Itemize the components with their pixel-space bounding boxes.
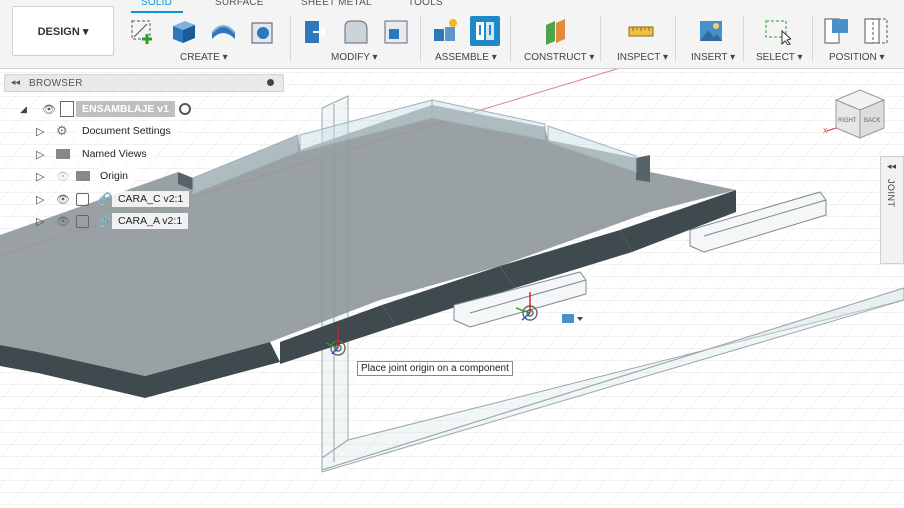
- joint-panel-label: JOINT: [886, 179, 896, 208]
- document-settings-label: Document Settings: [76, 123, 177, 139]
- activate-radio-icon[interactable]: [178, 103, 191, 115]
- cara-a-label: CARA_A v2:1: [111, 213, 189, 229]
- browser-item-cara-c[interactable]: ▷ 👁 🔗 CARA_C v2:1: [36, 189, 190, 209]
- construct-menu[interactable]: CONSTRUCT ▾: [524, 52, 594, 63]
- named-views-label: Named Views: [76, 146, 153, 162]
- expand-triangle-icon[interactable]: ▷: [36, 170, 48, 183]
- separator: [812, 16, 813, 62]
- gear-icon: ⚙: [56, 123, 68, 138]
- separator: [675, 16, 676, 62]
- viewcube-back-label: BACK: [864, 118, 880, 124]
- separator: [510, 16, 511, 62]
- select-menu[interactable]: SELECT ▾: [756, 52, 803, 63]
- workspace-switcher-button[interactable]: DESIGN ▾: [12, 6, 114, 56]
- collapse-browser-icon[interactable]: ◂◂: [11, 77, 20, 88]
- capture-position-icon[interactable]: [822, 16, 852, 46]
- eye-icon[interactable]: 👁: [42, 103, 58, 116]
- cara-c-label: CARA_C v2:1: [111, 191, 190, 207]
- link-icon: 🔗: [97, 192, 112, 206]
- create-menu[interactable]: CREATE ▾: [180, 52, 228, 63]
- expand-triangle-icon[interactable]: ▷: [36, 148, 48, 161]
- expand-triangle-icon[interactable]: ▷: [36, 215, 48, 228]
- component-icon: [76, 214, 89, 228]
- tab-solid[interactable]: SOLID: [141, 0, 172, 8]
- expand-panel-icon[interactable]: ◂◂: [887, 161, 896, 172]
- window-select-icon[interactable]: [762, 16, 792, 46]
- assemble-menu[interactable]: ASSEMBLE ▾: [435, 52, 497, 63]
- toolbar: DESIGN ▾ SOLID SURFACE SHEET METAL TOOLS…: [0, 0, 904, 69]
- joint-icon[interactable]: [470, 16, 500, 46]
- root-component-label: ENSAMBLAJE v1: [76, 101, 175, 117]
- eye-icon[interactable]: 👁: [56, 193, 72, 206]
- chamfer-icon[interactable]: [380, 16, 410, 46]
- eye-icon[interactable]: 👁: [56, 215, 72, 228]
- separator: [743, 16, 744, 62]
- revert-position-icon[interactable]: [862, 16, 892, 46]
- insert-image-icon[interactable]: [696, 16, 726, 46]
- offset-plane-icon[interactable]: [540, 16, 570, 46]
- browser-item-named-views[interactable]: ▷ Named Views: [36, 144, 153, 164]
- inspect-menu[interactable]: INSPECT ▾: [617, 52, 668, 63]
- browser-pin-icon[interactable]: [267, 79, 274, 86]
- joint-panel-tab[interactable]: ◂◂ JOINT: [880, 156, 904, 264]
- eye-hidden-icon[interactable]: 👁: [56, 170, 72, 183]
- separator: [290, 16, 291, 62]
- browser-header: ◂◂ BROWSER: [4, 74, 284, 92]
- new-component-icon[interactable]: [430, 16, 460, 46]
- browser-item-cara-a[interactable]: ▷ 👁 🔗 CARA_A v2:1: [36, 211, 189, 231]
- revolve-icon[interactable]: [208, 16, 238, 46]
- modify-menu[interactable]: MODIFY ▾: [331, 52, 378, 63]
- viewcube-right-label: RIGHT: [838, 118, 857, 124]
- separator: [420, 16, 421, 62]
- active-tab-indicator: [131, 11, 183, 13]
- link-icon: 🔗: [97, 214, 112, 228]
- tab-sheet-metal[interactable]: SHEET METAL: [301, 0, 372, 8]
- expand-triangle-icon[interactable]: ▷: [36, 193, 48, 206]
- joint-tooltip: Place joint origin on a component: [357, 361, 513, 376]
- viewcube-x-label: X: [823, 128, 828, 135]
- folder-icon: [56, 149, 70, 159]
- extrude-icon[interactable]: [168, 16, 198, 46]
- separator: [600, 16, 601, 62]
- component-icon: [60, 101, 74, 117]
- browser-item-root[interactable]: ◢ 👁 ENSAMBLAJE v1: [20, 99, 191, 119]
- browser-item-origin[interactable]: ▷ 👁 Origin: [36, 166, 135, 186]
- browser-title: BROWSER: [29, 78, 83, 89]
- fillet-icon[interactable]: [340, 16, 370, 46]
- component-icon: [76, 192, 89, 206]
- position-menu[interactable]: POSITION ▾: [829, 52, 885, 63]
- press-pull-icon[interactable]: [300, 16, 330, 46]
- shell-icon[interactable]: [248, 16, 278, 46]
- tab-tools[interactable]: TOOLS: [408, 0, 443, 8]
- tab-surface[interactable]: SURFACE: [215, 0, 264, 8]
- origin-label: Origin: [94, 168, 135, 184]
- create-sketch-icon[interactable]: [128, 16, 158, 46]
- expand-triangle-icon[interactable]: ▷: [36, 125, 48, 138]
- measure-icon[interactable]: [626, 16, 656, 46]
- insert-menu[interactable]: INSERT ▾: [691, 52, 735, 63]
- browser-item-document-settings[interactable]: ▷ ⚙ Document Settings: [36, 121, 177, 141]
- collapse-triangle-icon[interactable]: ◢: [20, 104, 30, 115]
- folder-icon: [76, 171, 90, 181]
